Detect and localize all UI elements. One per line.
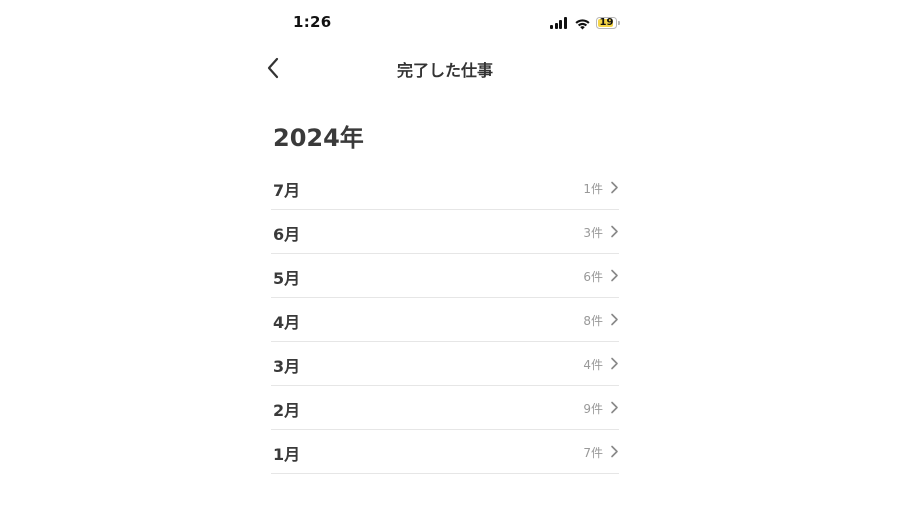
month-list: 7月 1件 6月 3件 5月 6件 4月 8件 3月 4件 2月 9件 1月 7… [271, 166, 619, 474]
chevron-right-icon [611, 313, 618, 326]
month-row-april[interactable]: 4月 8件 [271, 298, 619, 342]
month-label: 6月 [273, 225, 301, 244]
month-label: 3月 [273, 357, 301, 376]
signal-icon [550, 17, 568, 29]
month-count: 6件 [583, 270, 603, 284]
status-time: 1:26 [293, 13, 332, 31]
month-count: 4件 [583, 358, 603, 372]
chevron-right-icon [611, 225, 618, 238]
month-row-july[interactable]: 7月 1件 [271, 166, 619, 210]
month-row-june[interactable]: 6月 3件 [271, 210, 619, 254]
year-heading: 2024年 [273, 124, 364, 152]
month-row-february[interactable]: 2月 9件 [271, 386, 619, 430]
month-row-march[interactable]: 3月 4件 [271, 342, 619, 386]
chevron-right-icon [611, 445, 618, 458]
month-count: 9件 [583, 402, 603, 416]
battery-icon: 19 [596, 17, 620, 29]
month-count: 7件 [583, 446, 603, 460]
chevron-right-icon [611, 181, 618, 194]
wifi-icon [575, 18, 590, 29]
month-label: 4月 [273, 313, 301, 332]
chevron-right-icon [611, 269, 618, 282]
month-count: 1件 [583, 182, 603, 196]
month-label: 7月 [273, 181, 301, 200]
month-label: 2月 [273, 401, 301, 420]
month-count: 3件 [583, 226, 603, 240]
navigation-bar: 完了した仕事 [255, 48, 635, 88]
month-row-january[interactable]: 1月 7件 [271, 430, 619, 474]
month-count: 8件 [583, 314, 603, 328]
month-label: 1月 [273, 445, 301, 464]
page-title: 完了した仕事 [396, 61, 493, 80]
app-screen: 1:26 19 完了した仕事 2024年 7月 1件 6月 3件 5月 6件 4… [255, 0, 635, 506]
chevron-right-icon [611, 401, 618, 414]
month-label: 5月 [273, 269, 301, 288]
battery-level: 19 [599, 17, 614, 28]
chevron-right-icon [611, 357, 618, 370]
status-icons: 19 [550, 16, 620, 30]
month-row-may[interactable]: 5月 6件 [271, 254, 619, 298]
status-bar: 1:26 19 [255, 10, 635, 38]
